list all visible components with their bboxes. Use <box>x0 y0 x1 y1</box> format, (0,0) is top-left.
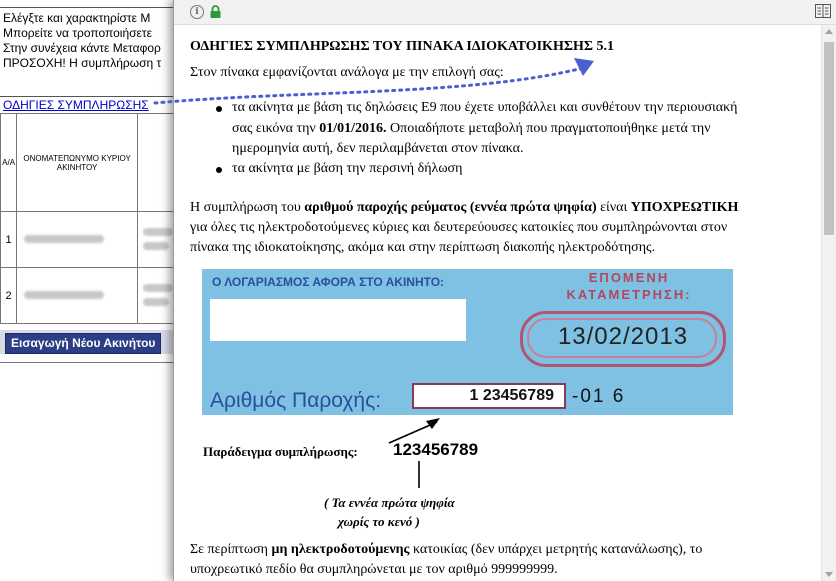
bill-account-box <box>210 299 466 341</box>
col-header-next <box>137 113 175 212</box>
text-bold: ΥΠΟΧΡΕΩΤΙΚΗ <box>630 200 739 215</box>
instructions-popup: i ΟΔΗΓΙΕΣ ΣΥΜΠΛΗΡΩΣΗΣ ΤΟΥ ΠΙΝΑΚΑ ΙΔΙΟΚΑΤ… <box>173 0 836 581</box>
para2-line3: πίνακα της ιδιοκατοίκησης, ακόμα και στη… <box>190 240 656 255</box>
text-segment: είναι <box>596 200 631 215</box>
para2-line2: για όλες τις ηλεκτροδοτούμενες κύριες κα… <box>190 220 728 235</box>
text-segment: κατοικίας (δεν υπάρχει μετρητής κατανάλω… <box>409 542 703 557</box>
owner-name-cell <box>16 267 138 324</box>
notice-line: Στην συνέχεια κάντε Μεταφορ <box>3 41 161 55</box>
para2-line1: Η συμπλήρωση του αριθμού παροχής ρεύματο… <box>190 198 738 218</box>
vertical-scrollbar[interactable] <box>821 25 836 581</box>
bullet2-text: τα ακίνητα με βάση την περσινή δήλωση <box>232 161 463 176</box>
col-header-aa: Α/Α <box>0 113 18 212</box>
bill-supply-number: 1 23456789 <box>412 383 566 409</box>
scrollbar-thumb[interactable] <box>824 42 834 235</box>
notice-box: Ελέγξτε και χαρακτηρίστε Μ Μπορείτε να τ… <box>0 7 175 97</box>
example-note-line1: ( Τα εννέα πρώτα ψηφία <box>324 495 455 510</box>
bill-supply-label: Αριθμός Παροχής: <box>210 389 382 412</box>
add-property-button[interactable]: Εισαγωγή Νέου Ακινήτου <box>5 333 162 354</box>
text-segment: Η συμπλήρωση του <box>190 200 305 215</box>
text-segment: σας εικόνα την <box>232 121 320 136</box>
next-cell <box>137 211 175 268</box>
bill-example-image: Ο ΛΟΓΑΡΙΑΣΜΟΣ ΑΦΟΡΑ ΣΤΟ ΑΚΙΝΗΤΟ: ΕΠΟΜΕΝΗ… <box>202 269 733 415</box>
bill-supply-suffix: -01 6 <box>572 386 626 407</box>
divider <box>0 362 175 363</box>
table-row[interactable]: 1 <box>0 211 175 268</box>
info-icon[interactable]: i <box>190 5 204 19</box>
bullet1-line1: τα ακίνητα με βάση τις δηλώσεις Ε9 που έ… <box>232 100 738 115</box>
text-segment: Σε περίπτωση <box>190 542 272 557</box>
redacted-text <box>24 290 105 299</box>
redacted-text <box>24 234 105 243</box>
popup-content: ΟΔΗΓΙΕΣ ΣΥΜΠΛΗΡΩΣΗΣ ΤΟΥ ΠΙΝΑΚΑ ΙΔΙΟΚΑΤΟΙ… <box>174 25 822 581</box>
example-label: Παράδειγμα συμπλήρωσης: <box>203 444 358 459</box>
bill-account-label: Ο ΛΟΓΑΡΙΑΣΜΟΣ ΑΦΟΡΑ ΣΤΟ ΑΚΙΝΗΤΟ: <box>212 275 445 289</box>
bullet1-line3: ημερομηνία αυτή, δεν περιλαμβάνεται στον… <box>232 141 524 156</box>
next-cell <box>137 267 175 324</box>
owner-name-cell <box>16 211 138 268</box>
notice-line: ΠΡΟΣΟΧΗ! Η συμπλήρωση τ <box>3 56 162 70</box>
row-number: 1 <box>0 211 18 268</box>
properties-table: Α/Α ΟΝΟΜΑΤΕΠΩΝΥΜΟ ΚΥΡΙΟΥ ΑΚΙΝΗΤΟΥ 1 2 <box>0 113 175 324</box>
background-page: Ελέγξτε και χαρακτηρίστε Μ Μπορείτε να τ… <box>0 0 175 581</box>
lock-icon[interactable] <box>210 5 221 18</box>
redacted-text <box>143 227 173 236</box>
bill-next-reading-line: ΕΠΟΜΕΝΗ <box>588 270 670 285</box>
text-bold: αριθμού παροχής ρεύματος (εννέα πρώτα ψη… <box>304 200 597 215</box>
col-header-owner: ΟΝΟΜΑΤΕΠΩΝΥΜΟ ΚΥΡΙΟΥ ΑΚΙΝΗΤΟΥ <box>16 113 138 212</box>
table-row[interactable]: 2 <box>0 267 175 324</box>
bullet-icon <box>216 167 222 173</box>
redacted-text <box>143 241 169 250</box>
example-value: 123456789 <box>393 440 479 459</box>
reference-date: 01/01/2016. <box>319 121 387 136</box>
scroll-up-arrow-icon[interactable] <box>825 29 833 34</box>
bill-next-reading: ΕΠΟΜΕΝΗ ΚΑΤΑΜΕΤΡΗΣΗ: <box>534 269 724 303</box>
bullet1-line2: σας εικόνα την 01/01/2016. Οποιαδήποτε μ… <box>232 119 711 139</box>
row-number: 2 <box>0 267 18 324</box>
bill-next-reading-line: ΚΑΤΑΜΕΤΡΗΣΗ: <box>566 287 692 302</box>
instructions-link[interactable]: ΟΔΗΓΙΕΣ ΣΥΜΠΛΗΡΩΣΗΣ <box>3 98 149 112</box>
notice-line: Ελέγξτε και χαρακτηρίστε Μ <box>3 11 151 25</box>
text-segment: Οποιαδήποτε μεταβολή που πραγματοποιήθηκ… <box>386 121 711 136</box>
popup-titlebar: i <box>174 0 836 25</box>
page-title: ΟΔΗΓΙΕΣ ΣΥΜΠΛΗΡΩΣΗΣ ΤΟΥ ΠΙΝΑΚΑ ΙΔΙΟΚΑΤΟΙ… <box>190 39 615 54</box>
para3-line1: Σε περίπτωση μη ηλεκτροδοτούμενης κατοικ… <box>190 540 702 560</box>
bullet-icon <box>216 106 222 112</box>
text-bold: μη ηλεκτροδοτούμενης <box>271 542 410 557</box>
intro-text: Στον πίνακα εμφανίζονται ανάλογα με την … <box>190 65 504 80</box>
scroll-down-arrow-icon[interactable] <box>825 572 833 577</box>
reader-mode-icon[interactable] <box>815 4 831 18</box>
bill-next-reading-date: 13/02/2013 <box>557 323 689 350</box>
notice-line: Μπορείτε να τροποποιήσετε <box>3 26 152 40</box>
redacted-text <box>143 283 173 292</box>
redacted-text <box>143 297 169 306</box>
example-note-line2: χωρίς το κενό ) <box>338 514 420 529</box>
para3-line2: υποχρεωτικό πεδίο θα συμπληρώνεται με το… <box>190 562 558 577</box>
